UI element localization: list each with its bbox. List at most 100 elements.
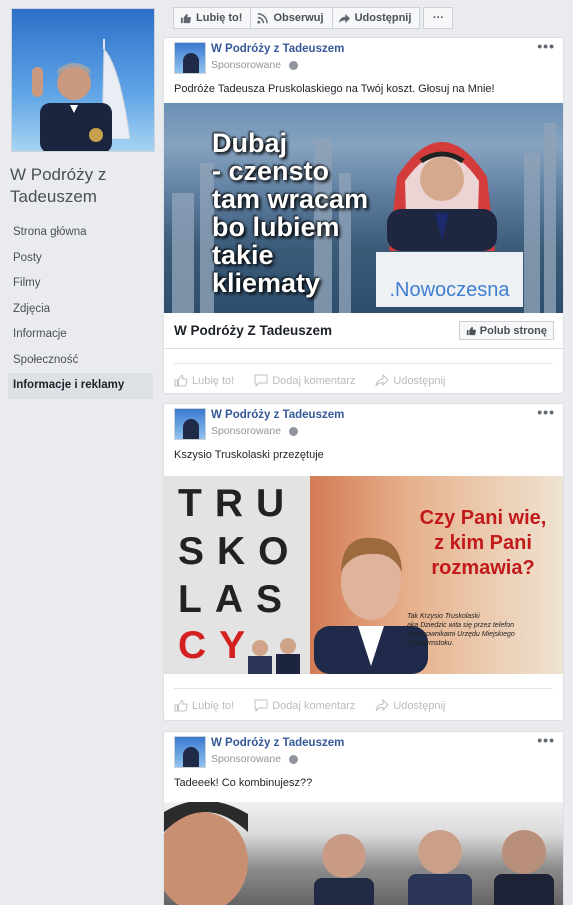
sponsored-label: Sponsorowane (211, 425, 299, 437)
post-image[interactable]: Dubaj - czensto tam wracam bo lubiem tak… (164, 103, 563, 313)
caption-small: Tak Krzysio Truskolaski aka Dziedzic wit… (407, 612, 557, 648)
sponsored-text: Sponsorowane (211, 753, 282, 765)
post-header: W Podróży z Tadeuszem Sponsorowane ••• (164, 38, 563, 78)
globe-icon (289, 60, 299, 70)
post-options-icon[interactable]: ••• (537, 732, 555, 748)
nav-item-videos[interactable]: Filmy (8, 271, 153, 297)
two-men-graphic (248, 638, 300, 674)
nowoczesna-logo: .Nowoczesna (376, 252, 523, 307)
letters-row: LAS (178, 578, 295, 621)
nav-item-posts[interactable]: Posty (8, 246, 153, 272)
follow-button[interactable]: Obserwuj (250, 7, 333, 29)
author-name[interactable]: W Podróży z Tadeuszem (211, 737, 344, 749)
globe-icon (289, 754, 299, 764)
post-options-icon[interactable]: ••• (537, 38, 555, 54)
post-card-1: W Podróży z Tadeuszem Sponsorowane ••• P… (163, 37, 564, 394)
headline-line: - czensto (212, 156, 330, 186)
comment-action-label: Dodaj komentarz (272, 374, 356, 387)
link-preview-bar[interactable]: W Podróży Z Tadeuszem Polub stronę (164, 313, 563, 349)
like-page-button[interactable]: Polub stronę (458, 321, 554, 340)
sponsored-text: Sponsorowane (211, 59, 282, 71)
thumbs-up-icon (466, 326, 476, 335)
caption-line: aka Dziedzic wita się przez telefon (407, 622, 514, 629)
like-page-label: Polub stronę (479, 324, 547, 337)
post-card-2: W Podróży z Tadeuszem Sponsorowane ••• K… (163, 403, 564, 721)
nav-item-info-and-ads[interactable]: Informacje i reklamy (8, 373, 153, 399)
like-action[interactable]: Lubię to! (174, 699, 234, 712)
page-sidebar: W Podróży z Tadeuszem Strona główna Post… (0, 0, 162, 905)
comment-action-label: Dodaj komentarz (272, 699, 356, 712)
letters-row: SKO (178, 530, 302, 573)
page-action-bar: Lubię to! Obserwuj Udostępnij ··· (173, 7, 454, 29)
comment-action[interactable]: Dodaj komentarz (254, 374, 355, 387)
post-header: W Podróży z Tadeuszem Sponsorowane ••• (164, 732, 563, 772)
nav-item-about[interactable]: Informacje (8, 322, 153, 348)
nav-item-community[interactable]: Społeczność (8, 348, 153, 374)
people-in-car-graphic (164, 802, 554, 905)
post-text: Tadeeek! Co kombinujesz?? (174, 777, 313, 789)
man-in-keffiyeh-graphic (387, 142, 497, 251)
like-page-top-button[interactable]: Lubię to! (173, 7, 252, 29)
caption-line: w Białymstoku. (407, 640, 454, 647)
caption-line: z pracownikami Urzędu Miejskiego (407, 631, 515, 638)
thumbs-up-outline-icon (174, 374, 188, 387)
post-image[interactable] (164, 802, 563, 905)
like-action-label: Lubię to! (192, 699, 235, 712)
thumbs-up-icon (180, 13, 191, 23)
share-action[interactable]: Udostępnij (375, 374, 445, 387)
comment-icon (254, 699, 268, 712)
comment-action[interactable]: Dodaj komentarz (254, 699, 355, 712)
sponsored-label: Sponsorowane (211, 59, 299, 71)
rss-icon (257, 12, 269, 24)
share-action[interactable]: Udostępnij (375, 699, 445, 712)
headline-line: takie (212, 240, 274, 270)
author-avatar[interactable] (174, 42, 206, 74)
post-actions: Lubię to! Dodaj komentarz Udostępnij (174, 688, 553, 720)
headline-line: bo lubiem (212, 212, 340, 242)
author-name[interactable]: W Podróży z Tadeuszem (211, 409, 344, 421)
author-avatar[interactable] (174, 736, 206, 768)
sponsored-label: Sponsorowane (211, 753, 299, 765)
question-line: z kim Pani (434, 532, 532, 554)
share-arrow-icon (338, 13, 350, 23)
post-text: Podróże Tadeusza Pruskolaskiego na Twój … (174, 83, 495, 95)
question-line: rozmawia? (431, 557, 535, 579)
nav-item-home[interactable]: Strona główna (8, 220, 153, 246)
more-options-button[interactable]: ··· (423, 7, 454, 29)
share-action-label: Udostępnij (393, 374, 446, 387)
author-name[interactable]: W Podróży z Tadeuszem (211, 43, 344, 55)
image-headline: Dubaj - czensto tam wracam bo lubiem tak… (212, 129, 368, 297)
share-icon (375, 699, 390, 712)
thumbs-up-outline-icon (174, 699, 188, 712)
like-action[interactable]: Lubię to! (174, 374, 234, 387)
sponsored-text: Sponsorowane (211, 425, 282, 437)
page-nav: Strona główna Posty Filmy Zdjęcia Inform… (8, 220, 153, 399)
headline-line: kliematy (212, 268, 321, 298)
question-line: Czy Pani wie, (419, 507, 547, 529)
caption-line: Tak Krzysio Truskolaski (407, 613, 480, 620)
share-action-label: Udostępnij (393, 699, 446, 712)
post-image[interactable]: TRU SKO LAS CY Czy Pani wie, z kim Pani … (164, 476, 563, 674)
comment-icon (254, 374, 268, 387)
follow-label: Obserwuj (273, 12, 324, 24)
profile-person-graphic (32, 63, 112, 151)
page-name: W Podróży z Tadeuszem (10, 165, 107, 206)
globe-icon (289, 426, 299, 436)
post-text: Kszysio Truskolaski przezętuje (174, 449, 324, 461)
link-title[interactable]: W Podróży Z Tadeuszem (174, 323, 332, 338)
letters-row: TRU (178, 482, 298, 525)
headline-line: Dubaj (212, 128, 288, 158)
author-avatar[interactable] (174, 408, 206, 440)
share-top-button[interactable]: Udostępnij (331, 7, 421, 29)
share-top-label: Udostępnij (354, 12, 412, 24)
post-header: W Podróży z Tadeuszem Sponsorowane ••• (164, 404, 563, 444)
like-page-top-label: Lubię to! (196, 12, 243, 24)
post-actions: Lubię to! Dodaj komentarz Udostępnij (174, 363, 553, 393)
post-options-icon[interactable]: ••• (537, 404, 555, 420)
post-card-3: W Podróży z Tadeuszem Sponsorowane ••• T… (163, 731, 564, 905)
nav-item-photos[interactable]: Zdjęcia (8, 297, 153, 323)
like-action-label: Lubię to! (192, 374, 235, 387)
share-icon (375, 374, 390, 387)
headline-line: tam wracam (212, 184, 369, 214)
profile-picture[interactable] (11, 8, 155, 152)
